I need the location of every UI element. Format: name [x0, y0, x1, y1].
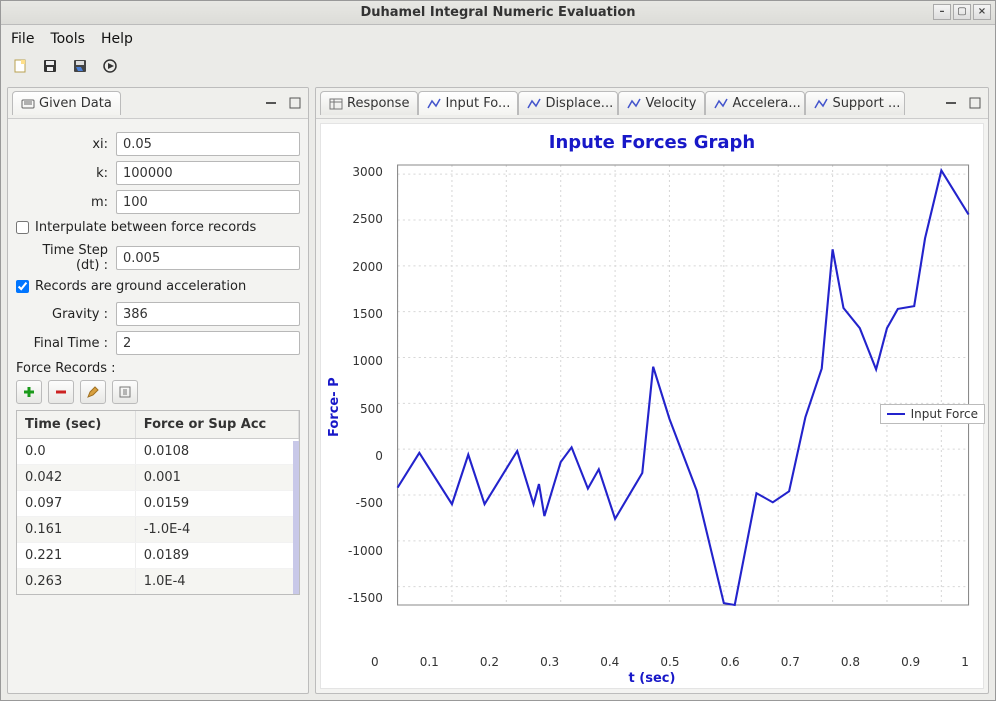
dt-row: Time Step (dt) :: [16, 243, 300, 273]
menubar: File Tools Help: [1, 25, 995, 53]
tab-response-label: Response: [347, 96, 409, 111]
chart-icon: [714, 97, 728, 111]
given-data-tab-label: Given Data: [39, 96, 112, 111]
tab-input-force-label: Input Fo...: [445, 96, 510, 111]
records-toolbar: [16, 380, 300, 404]
interp-checkbox[interactable]: [16, 221, 29, 234]
final-row: Final Time :: [16, 331, 300, 355]
given-data-panel: Given Data xi: k: m:: [7, 87, 309, 694]
save-icon[interactable]: [39, 55, 61, 77]
chart-icon: [627, 97, 641, 111]
tab-displacement-label: Displace...: [545, 96, 613, 111]
dt-label: Time Step (dt) :: [16, 243, 116, 273]
records-table[interactable]: Time (sec) Force or Sup Acc 0.00.01080.0…: [16, 410, 300, 595]
chart-title: Inpute Forces Graph: [325, 132, 979, 153]
chart-legend: Input Force: [880, 404, 985, 424]
new-icon[interactable]: [9, 55, 31, 77]
dt-input[interactable]: [116, 246, 300, 270]
import-record-button[interactable]: [112, 380, 138, 404]
final-label: Final Time :: [16, 336, 116, 351]
window-title: Duhamel Integral Numeric Evaluation: [360, 5, 635, 20]
gravity-label: Gravity :: [16, 307, 116, 322]
tab-input-force[interactable]: Input Fo...: [418, 91, 518, 115]
ground-checkbox[interactable]: [16, 280, 29, 293]
table-row[interactable]: 0.2210.0189: [17, 543, 299, 569]
given-data-tab[interactable]: Given Data: [12, 91, 121, 115]
k-label: k:: [16, 166, 116, 181]
close-button[interactable]: ×: [973, 4, 991, 20]
col-time[interactable]: Time (sec): [17, 411, 135, 439]
table-row[interactable]: 0.00.0108: [17, 439, 299, 465]
panel-minimize-icon[interactable]: [944, 96, 958, 110]
tab-velocity[interactable]: Velocity: [618, 91, 705, 115]
titlebar: Duhamel Integral Numeric Evaluation – ▢ …: [1, 1, 995, 25]
menu-help[interactable]: Help: [101, 31, 133, 47]
table-row[interactable]: 0.0970.0159: [17, 491, 299, 517]
maximize-button[interactable]: ▢: [953, 4, 971, 20]
panel-maximize-icon[interactable]: [968, 96, 982, 110]
xi-label: xi:: [16, 137, 116, 152]
interp-label[interactable]: Interpulate between force records: [35, 220, 256, 235]
open-icon[interactable]: [69, 55, 91, 77]
tab-acceleration-label: Accelera...: [732, 96, 800, 111]
panel-maximize-icon[interactable]: [288, 96, 302, 110]
given-data-body: xi: k: m: Interpulate between force reco…: [8, 119, 308, 693]
m-input[interactable]: [116, 190, 300, 214]
run-icon[interactable]: [99, 55, 121, 77]
gravity-row: Gravity :: [16, 302, 300, 326]
chart-plot: [387, 155, 979, 615]
xi-row: xi:: [16, 132, 300, 156]
legend-label: Input Force: [911, 407, 978, 421]
ground-row: Records are ground acceleration: [16, 279, 300, 294]
chart-ylabel: Force- P: [325, 155, 344, 659]
minimize-button[interactable]: –: [933, 4, 951, 20]
table-row[interactable]: 0.2631.0E-4: [17, 569, 299, 595]
toolbar: [1, 53, 995, 83]
panel-minimize-icon[interactable]: [264, 96, 278, 110]
chart-yticks: 300025002000150010005000-500-1000-1500: [344, 165, 387, 605]
table-row[interactable]: 0.2910.0059: [17, 595, 299, 596]
legend-line-icon: [887, 413, 905, 415]
xi-input[interactable]: [116, 132, 300, 156]
chart-icon: [427, 97, 441, 111]
tab-support-label: Support ...: [832, 96, 900, 111]
m-row: m:: [16, 190, 300, 214]
main-body: Given Data xi: k: m:: [1, 83, 995, 700]
chart-icon: [814, 97, 828, 111]
chart-icon: [527, 97, 541, 111]
tab-response[interactable]: Response: [320, 91, 418, 115]
interp-row: Interpulate between force records: [16, 220, 300, 235]
m-label: m:: [16, 195, 116, 210]
edit-record-button[interactable]: [80, 380, 106, 404]
ground-label[interactable]: Records are ground acceleration: [35, 279, 246, 294]
menu-tools[interactable]: Tools: [50, 31, 85, 47]
add-record-button[interactable]: [16, 380, 42, 404]
remove-record-button[interactable]: [48, 380, 74, 404]
table-row[interactable]: 0.0420.001: [17, 465, 299, 491]
chart-panel: Response Input Fo... Displace... Velocit…: [315, 87, 989, 694]
tab-acceleration[interactable]: Accelera...: [705, 91, 805, 115]
chart-panel-head: Response Input Fo... Displace... Velocit…: [316, 88, 988, 119]
records-label: Force Records :: [16, 361, 300, 376]
app-window: Duhamel Integral Numeric Evaluation – ▢ …: [0, 0, 996, 701]
tab-support[interactable]: Support ...: [805, 91, 905, 115]
k-input[interactable]: [116, 161, 300, 185]
table-row[interactable]: 0.161-1.0E-4: [17, 517, 299, 543]
keyboard-icon: [21, 97, 35, 111]
window-buttons: – ▢ ×: [933, 4, 991, 20]
table-icon: [329, 97, 343, 111]
chart-xlabel: t (sec): [325, 671, 979, 686]
tab-displacement[interactable]: Displace...: [518, 91, 618, 115]
given-data-panel-head: Given Data: [8, 88, 308, 119]
col-force[interactable]: Force or Sup Acc: [135, 411, 298, 439]
k-row: k:: [16, 161, 300, 185]
menu-file[interactable]: File: [11, 31, 34, 47]
table-scrollbar[interactable]: [293, 441, 299, 594]
tab-velocity-label: Velocity: [645, 96, 696, 111]
final-input[interactable]: [116, 331, 300, 355]
chart-area: Inpute Forces Graph Force- P 30002500200…: [320, 123, 984, 689]
gravity-input[interactable]: [116, 302, 300, 326]
